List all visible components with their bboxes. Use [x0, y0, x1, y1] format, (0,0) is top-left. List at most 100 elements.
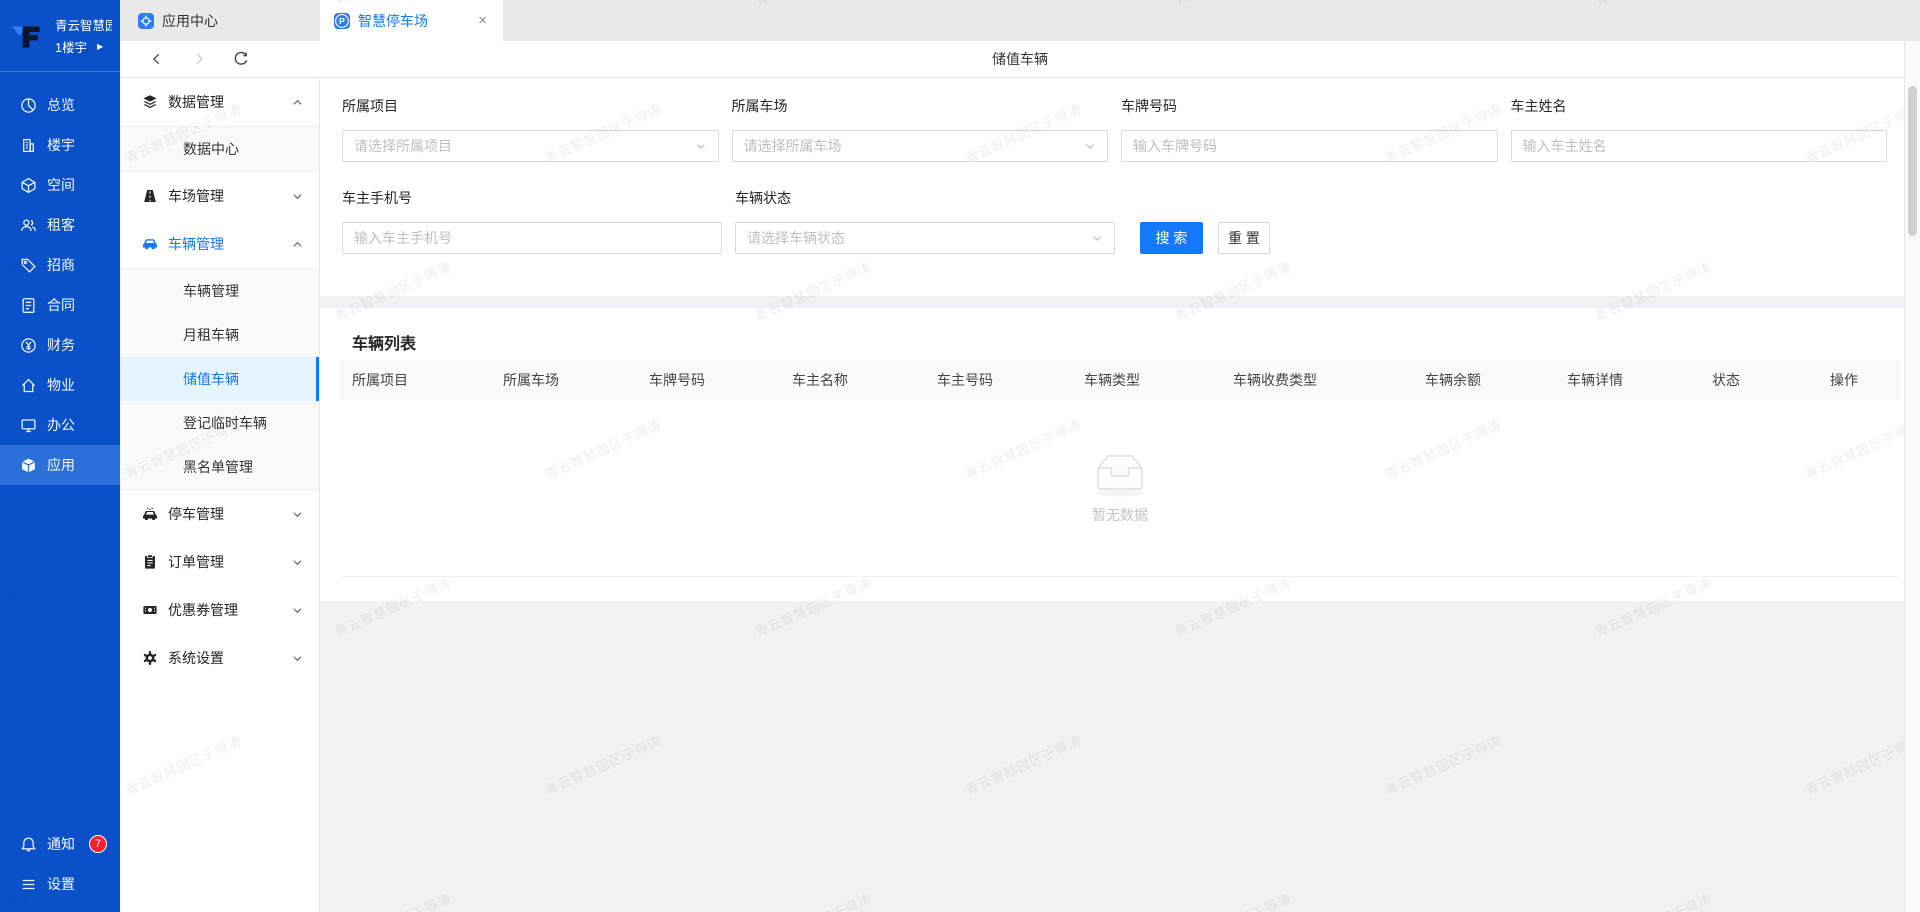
chevron-down-icon: [292, 653, 303, 664]
tree-group-parking-management[interactable]: 停车管理: [120, 490, 319, 538]
main-area: 应用中心 P 智慧停车场 × 储值车辆: [120, 0, 1920, 912]
forward-icon[interactable]: [190, 50, 208, 68]
chevron-down-icon: [292, 509, 303, 520]
expand-caret-icon[interactable]: ▶: [97, 42, 103, 51]
content-area: 所属项目 所属车场: [320, 78, 1920, 912]
chevron-down-icon: [292, 605, 303, 616]
tab-label: 应用中心: [162, 11, 218, 31]
column-header-actions: 操作: [1830, 370, 1910, 390]
sidebar-item-finance[interactable]: 财务: [0, 325, 120, 365]
app-root: 青云智慧园 1楼宇 ▶ 总览 楼宇 空间 租客: [0, 0, 1920, 912]
gear-icon: [142, 650, 158, 666]
column-header-balance: 车辆余额: [1425, 370, 1567, 390]
layers-icon: [142, 94, 158, 110]
column-header-parking-lot: 所属车场: [503, 370, 649, 390]
owner-name-input-wrap[interactable]: [1511, 130, 1888, 162]
column-header-owner-phone: 车主号码: [937, 370, 1084, 390]
tree-item-monthly-vehicles[interactable]: 月租车辆: [120, 313, 319, 357]
sidebar-item-building[interactable]: 楼宇: [0, 125, 120, 165]
car-icon: [142, 236, 158, 252]
chevron-up-icon: [292, 239, 303, 250]
tree-item-vehicle-management[interactable]: 车辆管理: [120, 269, 319, 313]
tree-sidebar: 数据管理 数据中心 车场管理 车辆管理: [120, 78, 320, 912]
tree-item-registered-temp-vehicles[interactable]: 登记临时车辆: [120, 401, 319, 445]
sidebar-item-tenants[interactable]: 租客: [0, 205, 120, 245]
project-select[interactable]: [342, 130, 719, 162]
search-button[interactable]: 搜 索: [1140, 222, 1203, 254]
form-row-2: 车主手机号 车辆状态: [342, 188, 1900, 254]
coupon-icon: [142, 602, 158, 618]
owner-phone-input-wrap[interactable]: [342, 222, 722, 254]
road-icon: [142, 188, 158, 204]
parking-lot-select[interactable]: [732, 130, 1109, 162]
menu-lines-icon: [20, 876, 37, 893]
tree-children-data-management: 数据中心: [120, 126, 319, 172]
table-header-row: 所属项目 所属车场 车牌号码 车主名称 车主号码 车辆类型 车辆收费类型 车辆余…: [340, 360, 1900, 400]
column-header-details: 车辆详情: [1567, 370, 1712, 390]
chevron-down-icon: [1091, 232, 1103, 244]
brand-text: 青云智慧园 1楼宇 ▶: [55, 15, 112, 56]
sidebar-item-notifications[interactable]: 通知 7: [0, 824, 120, 864]
chevron-down-icon: [292, 191, 303, 202]
sidebar-item-settings[interactable]: 设置: [0, 864, 120, 904]
tab-app-center[interactable]: 应用中心: [122, 0, 234, 41]
scrollbar-thumb[interactable]: [1908, 86, 1917, 236]
reset-button[interactable]: 重 置: [1218, 222, 1270, 254]
sidebar-item-apps[interactable]: 应用: [0, 445, 120, 485]
empty-box-icon: [1088, 451, 1152, 497]
apps-box-icon: [20, 457, 37, 474]
owner-phone-input[interactable]: [354, 230, 710, 246]
tenants-icon: [20, 217, 37, 234]
tree-group-vehicle-management[interactable]: 车辆管理: [120, 220, 319, 268]
owner-name-input[interactable]: [1523, 138, 1876, 154]
plate-number-input[interactable]: [1133, 138, 1486, 154]
tree-group-data-management[interactable]: 数据管理: [120, 78, 319, 126]
tree-group-system-settings[interactable]: 系统设置: [120, 634, 319, 682]
vertical-scrollbar[interactable]: [1904, 41, 1920, 912]
back-icon[interactable]: [148, 50, 166, 68]
column-header-vehicle-type: 车辆类型: [1084, 370, 1233, 390]
field-owner-phone: 车主手机号: [342, 188, 722, 254]
refresh-icon[interactable]: [232, 50, 250, 68]
sidebar-item-overview[interactable]: 总览: [0, 85, 120, 125]
body-row: 数据管理 数据中心 车场管理 车辆管理: [120, 78, 1920, 912]
chevron-down-icon: [1084, 140, 1096, 152]
close-tab-icon[interactable]: ×: [476, 11, 489, 30]
org-name: 青云智慧园: [55, 15, 112, 34]
app-center-icon: [138, 13, 154, 29]
tree-group-lot-management[interactable]: 车场管理: [120, 172, 319, 220]
page-title: 储值车辆: [120, 49, 1920, 69]
field-project: 所属项目: [342, 96, 719, 162]
tab-smart-parking[interactable]: P 智慧停车场 ×: [320, 0, 503, 41]
brand[interactable]: 青云智慧园 1楼宇 ▶: [0, 0, 120, 72]
tab-label: 智慧停车场: [358, 11, 428, 31]
sidebar-item-space[interactable]: 空间: [0, 165, 120, 205]
sidebar-item-office[interactable]: 办公: [0, 405, 120, 445]
plate-number-input-wrap[interactable]: [1121, 130, 1498, 162]
tree-item-stored-value-vehicles[interactable]: 储值车辆: [120, 357, 319, 401]
bell-icon: [20, 836, 37, 853]
contract-icon: [20, 297, 37, 314]
vehicle-status-select[interactable]: [735, 222, 1115, 254]
parking-lot-select-input[interactable]: [744, 138, 1079, 154]
tree-item-blacklist-management[interactable]: 黑名单管理: [120, 445, 319, 489]
primary-sidebar: 青云智慧园 1楼宇 ▶ 总览 楼宇 空间 租客: [0, 0, 120, 912]
column-header-charge-type: 车辆收费类型: [1233, 370, 1425, 390]
sidebar-item-merchant[interactable]: 招商: [0, 245, 120, 285]
finance-icon: [20, 337, 37, 354]
sidebar-item-property[interactable]: 物业: [0, 365, 120, 405]
tree-item-data-center[interactable]: 数据中心: [120, 127, 319, 171]
field-plate-number: 车牌号码: [1121, 96, 1498, 162]
vehicle-status-select-input[interactable]: [747, 230, 1085, 246]
empty-state: 暂无数据: [340, 400, 1900, 577]
tree-group-order-management[interactable]: 订单管理: [120, 538, 319, 586]
sidebar-item-contract[interactable]: 合同: [0, 285, 120, 325]
column-header-status: 状态: [1712, 370, 1830, 390]
parking-app-icon: P: [334, 13, 350, 29]
property-house-icon: [20, 377, 37, 394]
tree-group-coupon-management[interactable]: 优惠券管理: [120, 586, 319, 634]
notification-badge: 7: [89, 835, 107, 853]
project-select-input[interactable]: [354, 138, 689, 154]
office-monitor-icon: [20, 417, 37, 434]
field-vehicle-status: 车辆状态: [735, 188, 1115, 254]
